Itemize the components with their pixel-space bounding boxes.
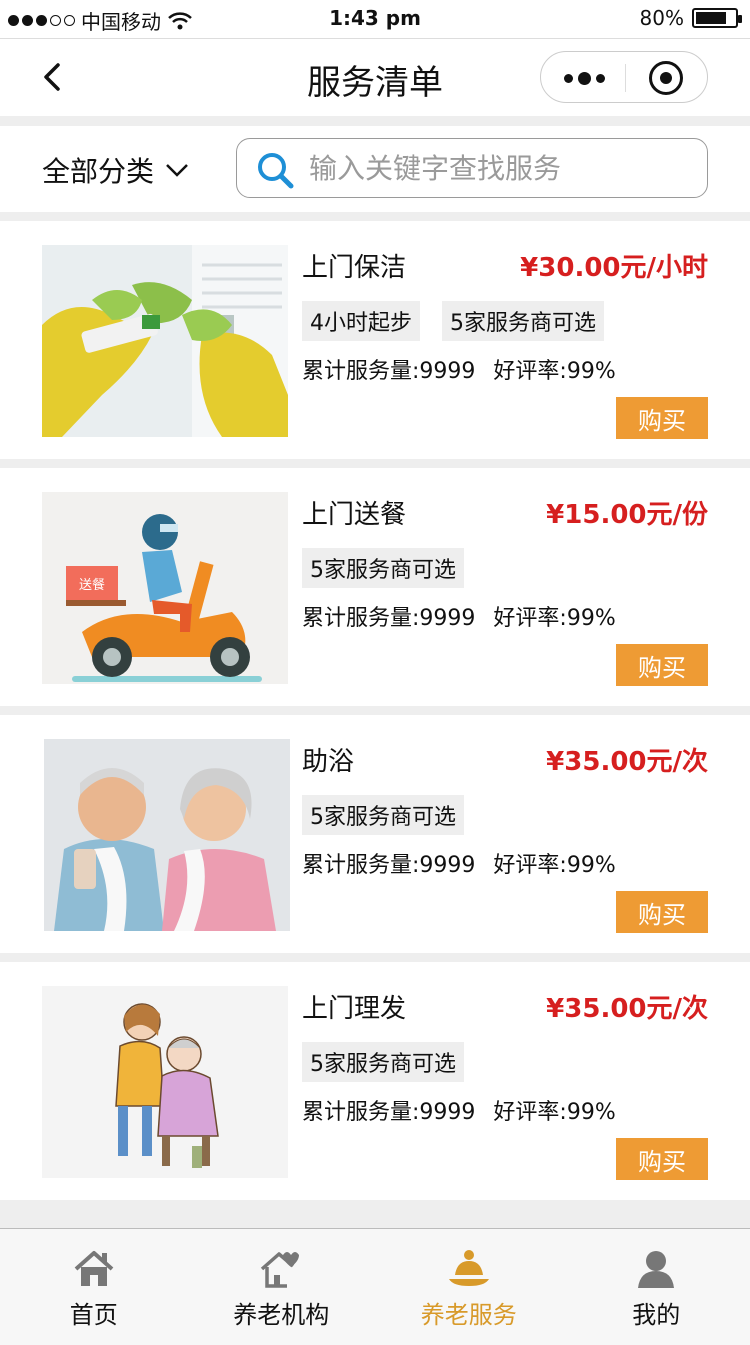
tab-label: 养老服务 [420, 1301, 517, 1329]
delivery-image: 送餐 [42, 492, 288, 684]
service-tag: 5家服务商可选 [302, 795, 464, 835]
service-stats: 累计服务量:9999 好评率:99% [302, 1094, 616, 1126]
service-item-cleaning[interactable]: 上门保洁 ¥30.00元/小时 4小时起步 5家服务商可选 累计服务量:9999… [0, 221, 750, 459]
category-label: 全部分类 [42, 155, 155, 188]
section-divider [0, 953, 750, 962]
service-tag: 4小时起步 [302, 301, 420, 341]
user-icon [638, 1251, 675, 1288]
mini-program-capsule [540, 51, 708, 103]
service-name: 上门保洁 [302, 253, 407, 283]
section-divider [0, 1200, 750, 1228]
service-price: ¥15.00元/份 [546, 500, 708, 530]
service-rating: 好评率:99% [493, 853, 616, 878]
elderly-couple-image [44, 739, 290, 931]
service-volume: 累计服务量:9999 [302, 853, 476, 878]
service-tag: 5家服务商可选 [302, 548, 464, 588]
status-time: 1:43 pm [329, 6, 421, 30]
more-dots-icon[interactable] [561, 66, 607, 90]
service-name: 上门理发 [302, 994, 407, 1024]
tab-label: 首页 [69, 1301, 118, 1329]
service-name: 助浴 [302, 747, 355, 777]
search-input[interactable] [309, 147, 689, 189]
battery-percent: 80% [639, 6, 684, 30]
service-volume: 累计服务量:9999 [302, 359, 476, 384]
service-rating: 好评率:99% [493, 1100, 616, 1125]
service-tag: 5家服务商可选 [302, 1042, 464, 1082]
service-tags: 5家服务商可选 [302, 548, 464, 588]
service-stats: 累计服务量:9999 好评率:99% [302, 353, 616, 385]
battery-icon [692, 8, 742, 28]
buy-button[interactable]: 购买 [616, 891, 708, 933]
status-bar: 中国移动 1:43 pm 80% [0, 0, 750, 38]
service-stats: 累计服务量:9999 好评率:99% [302, 847, 616, 879]
service-tag: 5家服务商可选 [442, 301, 604, 341]
service-price: ¥35.00元/次 [546, 747, 708, 777]
buy-button[interactable]: 购买 [616, 397, 708, 439]
filter-bar: 全部分类 [0, 126, 750, 212]
tab-service[interactable]: 养老服务 [375, 1229, 563, 1345]
service-rating: 好评率:99% [493, 606, 616, 631]
service-price: ¥30.00元/小时 [520, 253, 708, 283]
section-divider [0, 459, 750, 468]
home-icon [74, 1251, 114, 1286]
tab-institution[interactable]: 养老机构 [188, 1229, 376, 1345]
service-item-haircut[interactable]: 上门理发 ¥35.00元/次 5家服务商可选 累计服务量:9999 好评率:99… [0, 962, 750, 1200]
tab-mine[interactable]: 我的 [563, 1229, 750, 1345]
nav-bar: 服务清单 [0, 38, 750, 116]
tab-home[interactable]: 首页 [0, 1229, 188, 1345]
haircut-image [42, 986, 288, 1178]
service-volume: 累计服务量:9999 [302, 1100, 476, 1125]
delivery-box-label: 送餐 [79, 577, 105, 593]
cleaning-image [42, 245, 288, 437]
institution-house-icon [261, 1252, 300, 1288]
tab-label: 养老机构 [233, 1301, 330, 1329]
service-item-bathing[interactable]: 助浴 ¥35.00元/次 5家服务商可选 累计服务量:9999 好评率:99% … [0, 715, 750, 953]
section-divider [0, 706, 750, 715]
service-bell-icon [448, 1250, 489, 1286]
service-price: ¥35.00元/次 [546, 994, 708, 1024]
section-divider [0, 116, 750, 126]
search-box [236, 138, 708, 198]
tab-bar: 首页 养老机构 养老服务 我的 [0, 1228, 750, 1345]
buy-button[interactable]: 购买 [616, 1138, 708, 1180]
capsule-divider [625, 64, 626, 92]
service-volume: 累计服务量:9999 [302, 606, 476, 631]
close-target-icon[interactable] [649, 61, 683, 95]
service-stats: 累计服务量:9999 好评率:99% [302, 600, 616, 632]
section-divider [0, 212, 750, 221]
service-rating: 好评率:99% [493, 359, 616, 384]
category-dropdown[interactable]: 全部分类 [42, 150, 190, 190]
search-icon [258, 153, 294, 189]
service-tags: 5家服务商可选 [302, 795, 464, 835]
tab-label: 我的 [632, 1301, 681, 1329]
service-tags: 5家服务商可选 [302, 1042, 464, 1082]
status-right: 80% [639, 6, 742, 30]
buy-button[interactable]: 购买 [616, 644, 708, 686]
service-item-delivery[interactable]: 送餐 上门送餐 ¥15.00元/份 5家服务商可选 累计服务量:9999 好评率… [0, 468, 750, 706]
service-name: 上门送餐 [302, 500, 407, 530]
chevron-down-icon [166, 164, 188, 177]
service-tags: 4小时起步 5家服务商可选 [302, 301, 604, 341]
